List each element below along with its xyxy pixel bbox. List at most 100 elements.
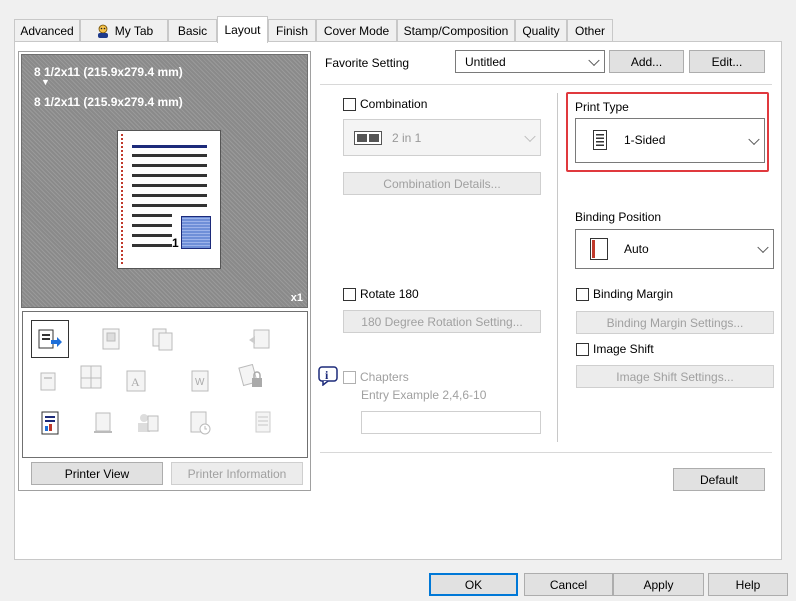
chapters-example: Entry Example 2,4,6-10	[361, 388, 487, 402]
chapters-input[interactable]	[361, 411, 541, 434]
tab-label: Quality	[522, 23, 560, 38]
booklet-icon[interactable]	[37, 368, 63, 394]
column-divider	[557, 93, 558, 442]
preview-page: 1	[117, 130, 221, 269]
color-report-icon[interactable]	[37, 410, 63, 436]
info-icon[interactable]: i	[318, 366, 338, 387]
tab-label: Layout	[224, 23, 261, 37]
tab-my-tab[interactable]: My Tab	[80, 19, 168, 41]
chapters-label: Chapters	[360, 370, 409, 384]
tab-label: Basic	[177, 23, 208, 38]
combination-label: Combination	[360, 97, 428, 111]
secure-print-icon[interactable]	[238, 363, 264, 390]
copy-pages-icon[interactable]	[150, 326, 176, 352]
tab-label: Other	[574, 23, 605, 38]
tab-label: Finish	[275, 23, 308, 38]
rotation-setting-button[interactable]: 180 Degree Rotation Setting...	[343, 310, 541, 333]
output-size-label: 8 1/2x11 (215.9x279.4 mm)	[34, 95, 183, 109]
tab-layout[interactable]: Layout	[217, 16, 268, 43]
default-button[interactable]: Default	[673, 468, 765, 491]
image-shift-checkbox[interactable]	[576, 343, 589, 356]
page-line	[132, 154, 207, 157]
combination-value: 2 in 1	[392, 131, 422, 145]
page-line	[132, 244, 172, 247]
copies-count: x1	[290, 292, 303, 304]
combination-details-button[interactable]: Combination Details...	[343, 172, 541, 195]
binding-margin-checkbox[interactable]	[576, 288, 589, 301]
arrow-down-icon: ▼	[41, 77, 50, 87]
tab-stamp-composition[interactable]: Stamp/Composition	[397, 19, 515, 41]
section-divider	[320, 452, 772, 453]
page-number: 1	[172, 236, 179, 250]
print-preview: 8 1/2x11 (215.9x279.4 mm) ▼ 8 1/2x11 (21…	[21, 54, 308, 308]
tab-other[interactable]: Other	[567, 19, 613, 41]
tab-quality[interactable]: Quality	[515, 19, 567, 41]
chevron-down-icon	[748, 133, 760, 145]
poster-icon[interactable]	[98, 326, 124, 352]
two-in-one-icon	[354, 131, 382, 145]
combination-select[interactable]: 2 in 1	[343, 119, 541, 156]
print-type-select[interactable]: 1-Sided	[575, 118, 765, 163]
edit-favorite-button[interactable]: Edit...	[689, 50, 765, 73]
apply-button[interactable]: Apply	[613, 573, 704, 596]
page-line	[132, 174, 207, 177]
send-icon[interactable]	[90, 410, 116, 436]
binding-edge	[121, 134, 123, 264]
chevron-down-icon	[524, 130, 536, 142]
binding-position-select[interactable]: Auto	[575, 229, 774, 269]
rotate-page-icon[interactable]	[246, 326, 272, 352]
page-line	[132, 204, 207, 207]
page-line	[132, 194, 207, 197]
watermark-icon[interactable]: W	[187, 368, 213, 394]
favorite-setting-label: Favorite Setting	[325, 56, 410, 70]
tab-label: Cover Mode	[323, 23, 390, 38]
combination-checkbox[interactable]	[343, 98, 356, 111]
stack-icon[interactable]	[251, 410, 277, 436]
printer-information-button[interactable]: Printer Information	[171, 462, 303, 485]
print-type-label: Print Type	[575, 100, 629, 114]
tab-basic[interactable]: Basic	[168, 19, 217, 41]
user-icon	[95, 24, 111, 38]
single-page-icon	[593, 130, 607, 150]
page-line	[132, 224, 172, 227]
paper-size-label: 8 1/2x11 (215.9x279.4 mm)	[34, 65, 183, 79]
font-icon[interactable]: A	[124, 368, 150, 394]
chevron-down-icon	[757, 241, 769, 254]
rotate-180-label: Rotate 180	[360, 287, 419, 301]
add-favorite-button[interactable]: Add...	[609, 50, 684, 73]
svg-text:W: W	[195, 377, 205, 388]
printer-view-button[interactable]: Printer View	[31, 462, 163, 485]
page-line	[132, 184, 207, 187]
page-line	[132, 164, 207, 167]
schedule-icon[interactable]	[187, 410, 213, 436]
chapters-checkbox[interactable]	[343, 371, 356, 384]
tab-label: My Tab	[114, 23, 154, 38]
binding-left-icon	[590, 238, 608, 260]
section-divider	[320, 84, 772, 85]
help-button[interactable]: Help	[708, 573, 788, 596]
ok-button[interactable]: OK	[429, 573, 518, 596]
tab-advanced[interactable]: Advanced	[14, 19, 80, 41]
image-shift-label: Image Shift	[593, 342, 654, 356]
page-line	[132, 214, 172, 217]
page-line	[132, 234, 172, 237]
favorite-setting-select[interactable]: Untitled	[455, 50, 605, 73]
rotate-180-checkbox[interactable]	[343, 288, 356, 301]
svg-text:A: A	[131, 375, 140, 389]
combination-icon[interactable]	[78, 364, 104, 390]
chevron-down-icon	[588, 54, 600, 66]
cancel-button[interactable]: Cancel	[524, 573, 613, 596]
binding-margin-settings-button[interactable]: Binding Margin Settings...	[576, 311, 774, 334]
binding-margin-label: Binding Margin	[593, 287, 674, 301]
binding-position-label: Binding Position	[575, 210, 662, 224]
image-shift-settings-button[interactable]: Image Shift Settings...	[576, 365, 774, 388]
tab-cover-mode[interactable]: Cover Mode	[316, 19, 397, 41]
user-pages-icon[interactable]	[134, 410, 160, 436]
tab-finish[interactable]: Finish	[268, 19, 316, 41]
tab-label: Advanced	[20, 23, 74, 38]
printer-view-icon[interactable]	[37, 326, 63, 352]
page-line	[132, 145, 207, 148]
binding-position-value: Auto	[624, 242, 649, 256]
print-type-value: 1-Sided	[624, 133, 666, 147]
favorite-setting-value: Untitled	[465, 55, 506, 69]
